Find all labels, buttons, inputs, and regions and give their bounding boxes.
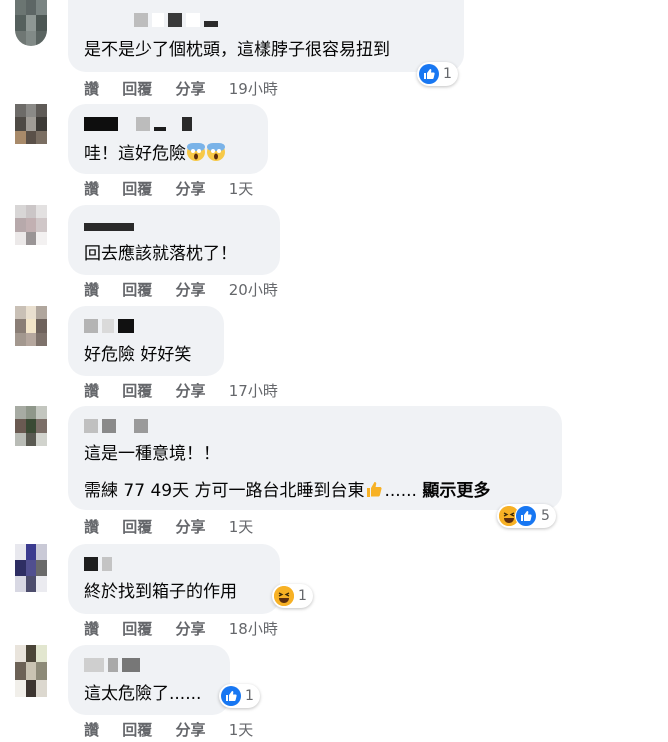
like-link[interactable]: 讚 [84, 380, 99, 401]
comment-actions: 讚 回覆 分享 1天 [84, 719, 271, 740]
share-link[interactable]: 分享 [176, 178, 206, 199]
thumbs-up-icon [367, 482, 383, 497]
like-icon [419, 64, 439, 84]
comment-actions: 讚 回覆 分享 20小時 [84, 279, 296, 300]
commenter-name-redacted[interactable] [84, 219, 134, 235]
comment-actions: 讚 回覆 分享 1天 [84, 516, 271, 537]
commenter-name-redacted[interactable] [134, 12, 218, 28]
comment-bubble: 是不是少了個枕頭，這樣脖子很容易扭到 [68, 0, 464, 72]
haha-icon [274, 586, 294, 606]
reaction-summary[interactable]: 1 [272, 584, 313, 608]
like-icon [515, 505, 537, 527]
commenter-name-redacted[interactable] [84, 318, 134, 334]
reaction-count: 1 [245, 688, 254, 704]
comment-text-line-2: 需練 77 49天 方可一路台北睡到台東...... 顯示更多 [84, 479, 490, 502]
like-link[interactable]: 讚 [84, 279, 99, 300]
share-link[interactable]: 分享 [176, 618, 206, 639]
comment-text-body: 需練 77 49天 方可一路台北睡到台東 [84, 481, 365, 501]
reaction-summary[interactable]: 1 [417, 62, 458, 86]
timestamp[interactable]: 1天 [229, 516, 254, 537]
comment-bubble: 這是一種意境！！ 需練 77 49天 方可一路台北睡到台東...... 顯示更多 [68, 406, 562, 510]
reply-link[interactable]: 回覆 [122, 618, 152, 639]
reaction-count: 1 [298, 588, 307, 604]
commenter-name-redacted[interactable] [84, 418, 148, 434]
share-link[interactable]: 分享 [176, 719, 206, 740]
comment-actions: 讚 回覆 分享 1天 [84, 178, 271, 199]
timestamp[interactable]: 19小時 [229, 78, 278, 99]
commenter-name-redacted[interactable] [84, 657, 140, 673]
commenter-name-redacted[interactable] [84, 556, 112, 572]
comment-actions: 讚 回覆 分享 19小時 [84, 78, 296, 99]
comment-bubble: 哇！這好危險 [68, 104, 268, 174]
avatar[interactable] [15, 306, 47, 346]
timestamp[interactable]: 17小時 [229, 380, 278, 401]
share-link[interactable]: 分享 [176, 279, 206, 300]
like-link[interactable]: 讚 [84, 719, 99, 740]
see-more-link[interactable]: 顯示更多 [422, 481, 490, 501]
comment-bubble: 這太危險了...... [68, 645, 230, 715]
commenter-name-redacted[interactable] [84, 116, 192, 132]
comment-text-body: 哇！這好危險 [84, 144, 186, 164]
share-link[interactable]: 分享 [176, 380, 206, 401]
screaming-face-icon [207, 143, 225, 161]
avatar[interactable] [15, 406, 47, 446]
share-link[interactable]: 分享 [176, 78, 206, 99]
comment-bubble: 回去應該就落枕了！ [68, 205, 280, 275]
comment-text: 終於找到箱子的作用 [84, 582, 237, 602]
avatar[interactable] [15, 645, 47, 697]
reaction-count: 5 [541, 508, 550, 524]
timestamp[interactable]: 1天 [229, 178, 254, 199]
like-link[interactable]: 讚 [84, 516, 99, 537]
avatar[interactable] [15, 0, 47, 46]
reply-link[interactable]: 回覆 [122, 279, 152, 300]
comment-actions: 讚 回覆 分享 17小時 [84, 380, 296, 401]
comment-actions: 讚 回覆 分享 18小時 [84, 618, 296, 639]
timestamp[interactable]: 18小時 [229, 618, 278, 639]
reply-link[interactable]: 回覆 [122, 380, 152, 401]
comment-text: 好危險 好好笑 [84, 345, 192, 365]
ellipsis: ...... [384, 481, 417, 501]
comment-text: 哇！這好危險 [84, 142, 226, 165]
avatar[interactable] [15, 104, 47, 144]
reaction-count: 1 [443, 66, 452, 82]
avatar[interactable] [15, 544, 47, 592]
reply-link[interactable]: 回覆 [122, 178, 152, 199]
timestamp[interactable]: 1天 [229, 719, 254, 740]
like-link[interactable]: 讚 [84, 178, 99, 199]
comment-text-line-1: 這是一種意境！！ [84, 444, 220, 464]
comment-text: 回去應該就落枕了！ [84, 244, 237, 264]
reply-link[interactable]: 回覆 [122, 516, 152, 537]
reaction-summary[interactable]: 1 [219, 684, 260, 708]
reaction-summary[interactable]: 5 [497, 504, 556, 528]
screaming-face-icon [187, 143, 205, 161]
comment-text: 這太危險了...... [84, 684, 202, 704]
comment-bubble: 終於找到箱子的作用 [68, 544, 280, 614]
reply-link[interactable]: 回覆 [122, 719, 152, 740]
timestamp[interactable]: 20小時 [229, 279, 278, 300]
like-link[interactable]: 讚 [84, 78, 99, 99]
comment-bubble: 好危險 好好笑 [68, 306, 224, 376]
like-link[interactable]: 讚 [84, 618, 99, 639]
avatar[interactable] [15, 205, 47, 245]
reply-link[interactable]: 回覆 [122, 78, 152, 99]
share-link[interactable]: 分享 [176, 516, 206, 537]
comment-text: 是不是少了個枕頭，這樣脖子很容易扭到 [84, 40, 390, 60]
like-icon [221, 686, 241, 706]
